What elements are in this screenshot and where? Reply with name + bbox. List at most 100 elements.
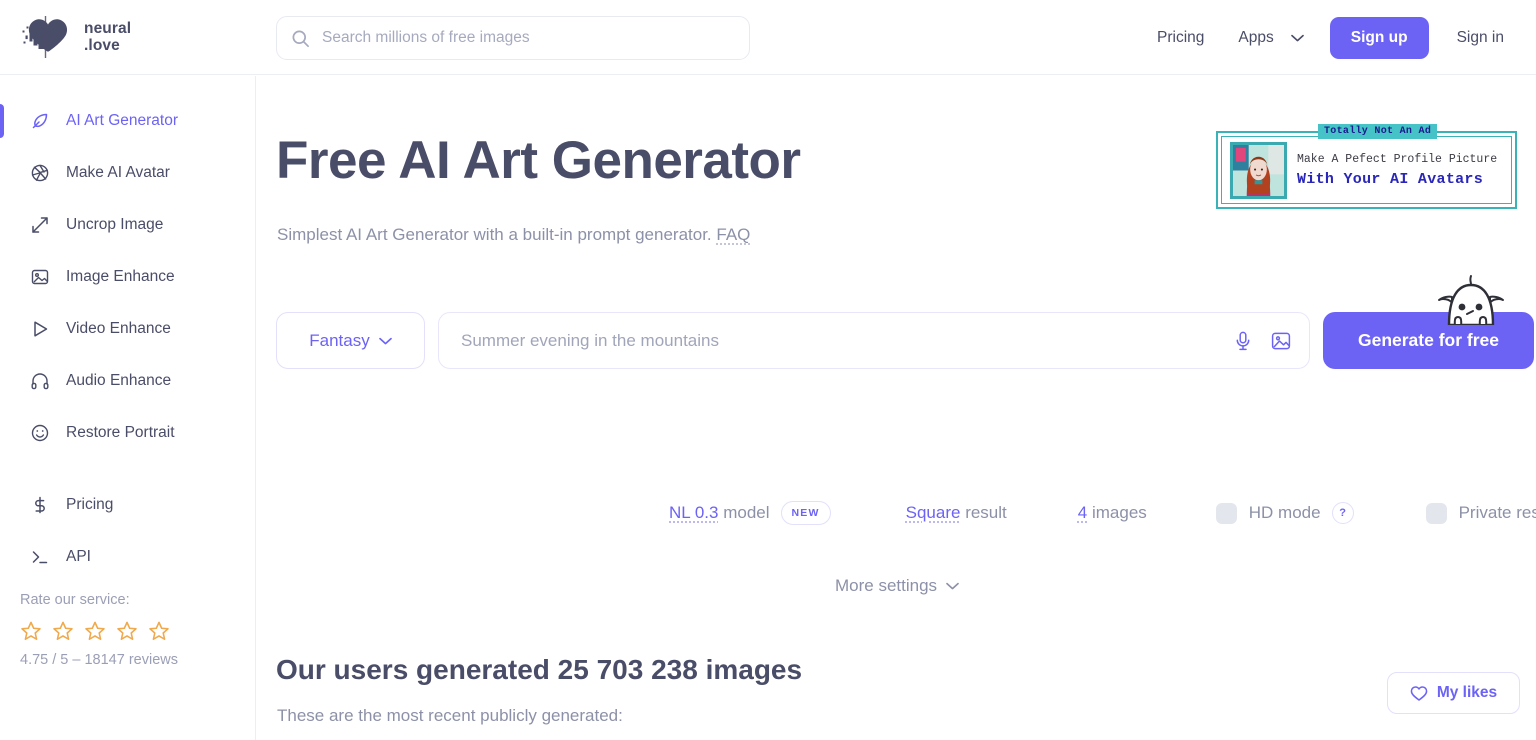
count-suffix: images: [1092, 503, 1147, 523]
recent-note: These are the most recent publicly gener…: [277, 706, 623, 726]
model-suffix: model: [723, 503, 769, 523]
sidebar-item-make-ai-avatar[interactable]: Make AI Avatar: [0, 156, 255, 190]
prompt-input[interactable]: [461, 331, 1232, 351]
play-triangle-icon: [30, 319, 50, 339]
chevron-down-icon: [379, 337, 392, 345]
new-badge: NEW: [781, 501, 831, 525]
generation-options-row: NL 0.3 model NEW Square result 4 images …: [669, 501, 1536, 525]
my-likes-label: My likes: [1437, 684, 1497, 702]
nav-pricing[interactable]: Pricing: [1147, 21, 1214, 55]
sidebar-item-restore-portrait[interactable]: Restore Portrait: [0, 416, 255, 450]
terminal-prompt-icon: [30, 547, 50, 567]
more-settings-toggle[interactable]: More settings: [835, 576, 959, 596]
left-sidebar: AI Art Generator Make AI Avatar Uncrop I…: [0, 76, 256, 740]
my-likes-button[interactable]: My likes: [1387, 672, 1520, 714]
sidebar-item-label: Audio Enhance: [66, 372, 171, 390]
promo-ad-banner[interactable]: Totally Not An Ad Make A Pefect Profile …: [1216, 131, 1517, 209]
sign-in-link[interactable]: Sign in: [1447, 21, 1514, 55]
chevron-down-icon: [1291, 34, 1304, 42]
sidebar-item-label: Uncrop Image: [66, 216, 163, 234]
sidebar-item-uncrop-image[interactable]: Uncrop Image: [0, 208, 255, 242]
generated-count-heading: Our users generated 25 703 238 images: [276, 654, 802, 686]
prompt-row: Fantasy Summer evening in the mountains …: [276, 312, 1534, 369]
star-icon[interactable]: [52, 620, 74, 642]
nav-apps[interactable]: Apps: [1228, 21, 1303, 55]
rating-summary: 4.75 / 5 – 18147 reviews: [20, 652, 255, 668]
rating-label: Rate our service:: [20, 592, 255, 608]
sidebar-item-pricing[interactable]: Pricing: [0, 488, 255, 522]
heart-logo-icon: [18, 14, 74, 60]
sidebar-item-audio-enhance[interactable]: Audio Enhance: [0, 364, 255, 398]
microphone-icon[interactable]: [1232, 330, 1254, 352]
sidebar-item-label: Pricing: [66, 496, 113, 514]
sidebar-item-label: Video Enhance: [66, 320, 171, 338]
star-icon[interactable]: [116, 620, 138, 642]
option-image-count: 4 images: [1078, 503, 1147, 523]
sidebar-item-api[interactable]: API: [0, 540, 255, 574]
search-input[interactable]: [322, 29, 735, 47]
nav-apps-label: Apps: [1228, 21, 1283, 55]
hd-mode-label: HD mode: [1249, 503, 1321, 523]
sidebar-item-label: AI Art Generator: [66, 112, 178, 130]
option-private-results: Private results ?: [1426, 502, 1536, 524]
sidebar-item-label: Make AI Avatar: [66, 164, 170, 182]
ad-copy: Make A Pefect Profile Picture With Your …: [1297, 153, 1497, 188]
ratio-link[interactable]: Square: [906, 503, 961, 523]
main-content: Free AI Art Generator Simplest AI Art Ge…: [257, 76, 1536, 740]
chevron-down-icon: [946, 582, 959, 590]
image-upload-icon[interactable]: [1270, 330, 1292, 352]
sidebar-item-image-enhance[interactable]: Image Enhance: [0, 260, 255, 294]
style-dropdown[interactable]: Fantasy: [276, 312, 425, 369]
ad-badge-label: Totally Not An Ad: [1318, 124, 1437, 139]
sidebar-divider-space: [0, 468, 255, 488]
image-icon: [30, 267, 50, 287]
private-results-label: Private results: [1459, 503, 1536, 523]
ad-line-2: With Your AI Avatars: [1297, 171, 1497, 188]
sidebar-item-label: Image Enhance: [66, 268, 175, 286]
star-icon[interactable]: [84, 620, 106, 642]
private-results-checkbox[interactable]: [1426, 503, 1447, 524]
star-icon[interactable]: [20, 620, 42, 642]
prompt-input-box[interactable]: [438, 312, 1310, 369]
style-dropdown-label: Fantasy: [309, 331, 369, 351]
faq-link[interactable]: FAQ: [716, 225, 750, 244]
smiley-face-icon: [30, 423, 50, 443]
more-settings-label: More settings: [835, 576, 937, 596]
rating-block: Rate our service: 4.75 / 5 – 18147 revie…: [0, 592, 255, 668]
hd-mode-checkbox[interactable]: [1216, 503, 1237, 524]
ad-inner: Make A Pefect Profile Picture With Your …: [1221, 136, 1512, 204]
star-icon[interactable]: [148, 620, 170, 642]
brand-logo-link[interactable]: neural .love: [18, 14, 131, 60]
headphones-icon: [30, 371, 50, 391]
option-aspect-ratio: Square result: [906, 503, 1007, 523]
sign-up-button[interactable]: Sign up: [1330, 17, 1429, 59]
sidebar-item-ai-art-generator[interactable]: AI Art Generator: [0, 104, 255, 138]
option-hd-mode: HD mode ?: [1216, 502, 1354, 524]
page-subtitle: Simplest AI Art Generator with a built-i…: [277, 225, 750, 245]
sidebar-item-label: API: [66, 548, 91, 566]
generate-button-wrap: Generate for free: [1323, 312, 1534, 369]
ad-line-1: Make A Pefect Profile Picture: [1297, 153, 1497, 166]
model-link[interactable]: NL 0.3: [669, 503, 718, 523]
page-root: neural .love Pricing Apps Sign up Sign i…: [0, 0, 1536, 740]
page-title: Free AI Art Generator: [276, 134, 801, 187]
sidebar-item-video-enhance[interactable]: Video Enhance: [0, 312, 255, 346]
count-link[interactable]: 4: [1078, 503, 1087, 523]
header-nav: Pricing Apps Sign up Sign in: [1147, 0, 1514, 75]
hd-mode-help-icon[interactable]: ?: [1332, 502, 1354, 524]
heart-outline-icon: [1410, 685, 1428, 702]
search-bar[interactable]: [276, 16, 750, 60]
top-header: neural .love Pricing Apps Sign up Sign i…: [0, 0, 1536, 75]
ratio-suffix: result: [965, 503, 1007, 523]
star-rating[interactable]: [20, 620, 255, 642]
prompt-input-actions: [1232, 330, 1292, 352]
search-icon: [291, 29, 310, 48]
aperture-icon: [30, 163, 50, 183]
brand-name: neural .love: [84, 20, 131, 54]
generate-button[interactable]: Generate for free: [1323, 312, 1534, 369]
option-model: NL 0.3 model NEW: [669, 501, 831, 525]
sidebar-item-label: Restore Portrait: [66, 424, 175, 442]
subtitle-text: Simplest AI Art Generator with a built-i…: [277, 225, 712, 244]
avatar-portrait-thumbnail: [1230, 142, 1287, 199]
expand-arrows-icon: [30, 215, 50, 235]
